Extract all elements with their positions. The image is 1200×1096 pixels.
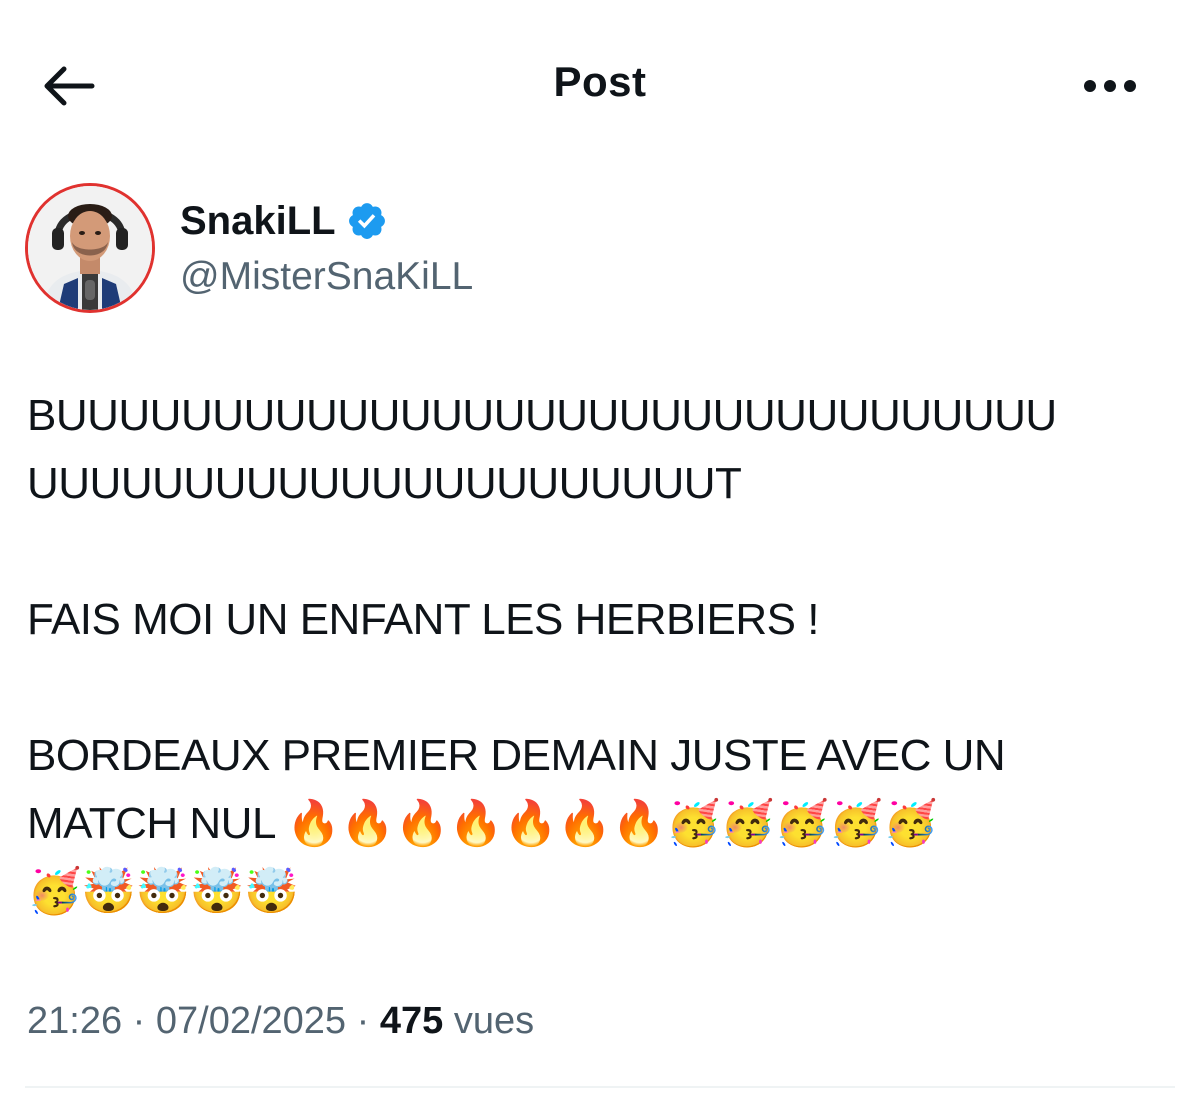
- user-handle[interactable]: @MisterSnaKiLL: [180, 255, 473, 299]
- post-date[interactable]: 07/02/2025: [156, 1000, 346, 1042]
- tweet-line: BORDEAUX PREMIER DEMAIN JUSTE AVEC UN: [27, 731, 1006, 780]
- tweet-line: FAIS MOI UN ENFANT LES HERBIERS !: [27, 595, 819, 644]
- verified-badge-icon: [348, 203, 385, 239]
- tweet-line: MATCH NUL 🔥🔥🔥🔥🔥🔥🔥🥳🥳🥳🥳🥳: [27, 799, 938, 848]
- tweet-line: BUUUUUUUUUUUUUUUUUUUUUUUUUUUUUUUU: [27, 391, 1057, 440]
- tweet-line: UUUUUUUUUUUUUUUUUUUUUUT: [27, 459, 742, 508]
- post-time[interactable]: 21:26: [27, 1000, 122, 1042]
- meta-separator: ·: [132, 1000, 146, 1042]
- views-count[interactable]: 475: [380, 1000, 443, 1042]
- top-bar: Post: [0, 0, 1200, 170]
- avatar[interactable]: [25, 183, 155, 313]
- tweet-line: 🥳🤯🤯🤯🤯: [27, 867, 299, 916]
- more-options-button[interactable]: [1070, 48, 1150, 124]
- meta-separator: ·: [356, 1000, 370, 1042]
- author-block: SnakiLL @MisterSnaKiLL: [25, 183, 1175, 313]
- display-name[interactable]: SnakiLL: [180, 199, 336, 244]
- avatar-image: [28, 186, 152, 310]
- page-title: Post: [553, 58, 647, 105]
- display-name-row: SnakiLL: [180, 195, 388, 247]
- divider: [25, 1086, 1175, 1088]
- views-label: vues: [453, 1000, 535, 1042]
- tweet-text: BUUUUUUUUUUUUUUUUUUUUUUUUUUUUUUUU UUUUUU…: [27, 382, 1177, 926]
- more-horizontal-icon: [1084, 80, 1136, 92]
- post-meta: 21:26 · 07/02/2025 · 475 vues: [27, 1000, 534, 1043]
